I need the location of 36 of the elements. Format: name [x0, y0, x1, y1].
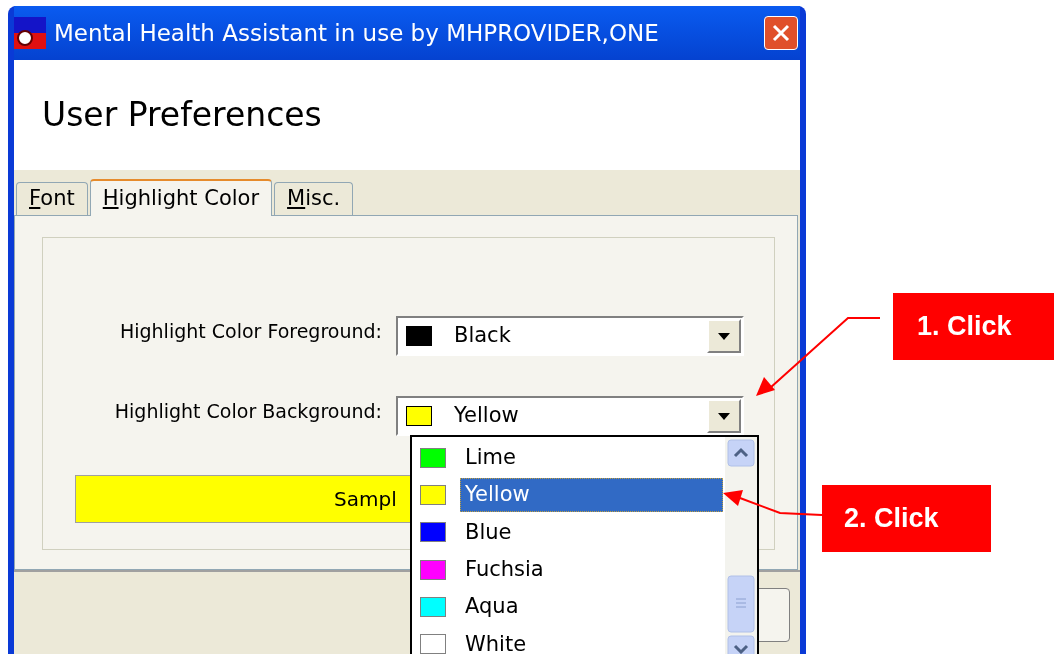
scroll-thumb-icon[interactable] — [727, 575, 755, 633]
dropdown-value: Black — [454, 322, 511, 350]
dropdown-option[interactable]: Fuchsia — [412, 551, 725, 589]
app-icon — [14, 17, 46, 49]
dropdown-arrow-button[interactable] — [707, 319, 741, 353]
close-icon — [772, 24, 790, 42]
scroll-up-icon[interactable] — [727, 439, 755, 467]
dropdown-option[interactable]: Yellow — [412, 476, 725, 514]
option-label: Fuchsia — [464, 555, 545, 583]
caret-icon — [718, 412, 730, 420]
dropdown-option[interactable]: Lime — [412, 439, 725, 477]
option-label: White — [464, 630, 528, 654]
option-label: Lime — [464, 443, 517, 471]
dropdown-value: Yellow — [454, 402, 519, 430]
dropdown-arrow-button[interactable] — [707, 399, 741, 433]
dropdown-option[interactable]: Aqua — [412, 588, 725, 626]
option-label: Blue — [464, 518, 513, 546]
page-title: User Preferences — [42, 94, 322, 137]
dropdown-option[interactable]: Blue — [412, 513, 725, 551]
option-label: Yellow — [460, 478, 723, 512]
option-label: Aqua — [464, 593, 520, 621]
tab[interactable]: Font — [16, 182, 88, 215]
tab[interactable]: Misc. — [274, 182, 354, 215]
caret-icon — [718, 332, 730, 340]
window-title: Mental Health Assistant in use by MHPROVIDER,ONE — [54, 18, 659, 48]
field-label: Highlight Color Foreground: — [118, 319, 383, 344]
color-dropdown[interactable]: Black — [396, 316, 744, 356]
color-dropdown[interactable]: Yellow — [396, 396, 744, 436]
field-label: Highlight Color Background: — [113, 399, 383, 424]
callout-text: 2. Click — [844, 502, 939, 536]
dropdown-option[interactable]: White — [412, 625, 725, 654]
tab[interactable]: Highlight Color — [89, 179, 273, 216]
scrollbar[interactable] — [725, 437, 757, 654]
callout-text: 1. Click — [917, 310, 1012, 344]
close-button[interactable] — [764, 16, 798, 50]
sample-text: Sampl — [334, 486, 397, 513]
